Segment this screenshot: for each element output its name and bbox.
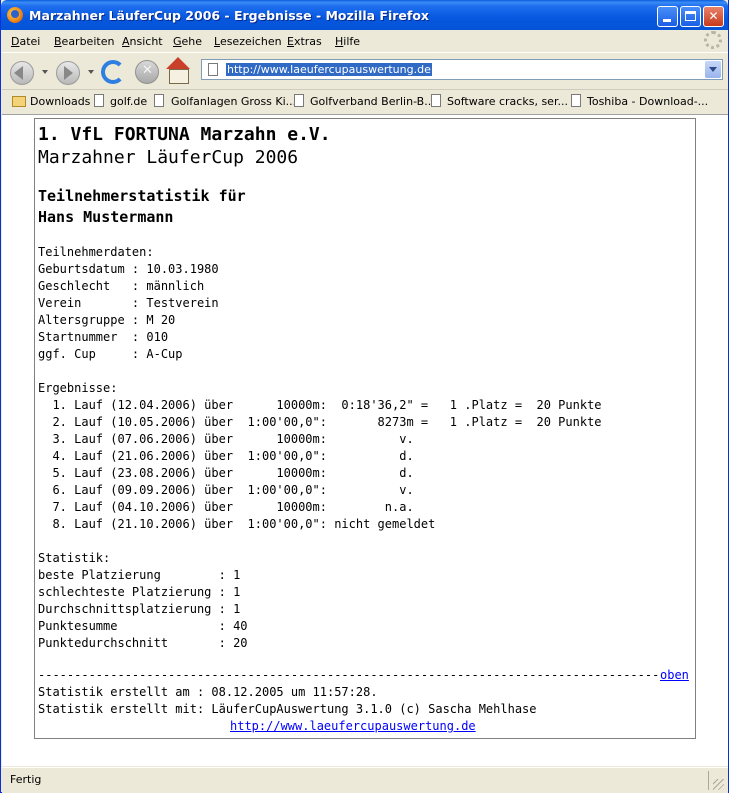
bookmarks-toolbar: Downloads golf.de Golfanlagen Gross Ki..… [2,89,728,114]
bookmark-page-icon [294,94,304,107]
bookmark-golfanlagen[interactable]: Golfanlagen Gross Ki... [171,95,296,108]
browser-window: Marzahner LäuferCup 2006 - Ergebnisse - … [0,0,729,793]
status-text: Fertig [10,773,42,786]
participant-line: Verein : Testverein [38,296,219,310]
bookmark-page-icon [154,94,164,107]
maximize-icon [685,11,696,21]
forward-button[interactable] [54,57,82,85]
footer-website-link[interactable]: http://www.laeufercupauswertung.de [230,719,476,733]
forward-history-dropdown-icon[interactable] [88,70,94,77]
menu-extras[interactable]: Extras [287,35,322,48]
stat-title: Teilnehmerstatistik für [38,187,246,205]
participant-header: Teilnehmerdaten: [38,245,154,259]
close-icon: ✕ [708,9,719,23]
top-link[interactable]: oben [660,668,689,682]
result-row: 7. Lauf (04.10.2006) über 10000m: n.a. [38,500,414,514]
participant-line: Startnummer : 010 [38,330,169,344]
menu-bar: Datei Bearbeiten Ansicht Gehe Lesezeiche… [2,30,728,52]
menu-ansicht[interactable]: Ansicht [122,35,163,48]
page-content: 1. VfL FORTUNA Marzahn e.V. Marzahner Lä… [2,114,728,766]
maximize-button[interactable] [680,6,701,27]
status-separator [708,771,709,790]
title-bar: Marzahner LäuferCup 2006 - Ergebnisse - … [1,0,728,30]
menu-bearbeiten[interactable]: Bearbeiten [54,35,114,48]
bookmark-golfverband[interactable]: Golfverband Berlin-B... [310,95,435,108]
bookmark-page-icon [431,94,441,107]
back-button[interactable] [8,57,36,85]
participant-line: Geburtsdatum : 10.03.1980 [38,262,219,276]
participant-line: Geschlecht : männlich [38,279,205,293]
footer-created-with: Statistik erstellt mit: LäuferCupAuswert… [38,702,537,716]
menu-datei[interactable]: Datei [11,35,40,48]
bookmark-toshiba[interactable]: Toshiba - Download-... [587,95,708,108]
stats-line: schlechteste Platzierung : 1 [38,585,241,599]
result-row: 5. Lauf (23.08.2006) über 10000m: d. [38,466,414,480]
page-icon [208,63,218,76]
participant-name: Hans Mustermann [38,208,174,226]
stats-line: beste Platzierung : 1 [38,568,241,582]
results-header: Ergebnisse: [38,381,118,395]
home-button[interactable] [166,57,194,85]
resize-grip-icon[interactable] [713,779,724,790]
folder-icon [12,96,26,107]
club-name: 1. VfL FORTUNA Marzahn e.V. [38,124,331,145]
stats-line: Punktedurchschnitt : 20 [38,636,248,650]
results-frame: 1. VfL FORTUNA Marzahn e.V. Marzahner Lä… [34,118,696,739]
stats-header: Statistik: [38,551,111,565]
stop-button[interactable] [133,57,161,85]
participant-line: ggf. Cup : A-Cup [38,347,183,361]
bookmark-page-icon [94,94,104,107]
event-name: Marzahner LäuferCup 2006 [38,147,299,168]
address-bar[interactable]: http://www.laeufercupauswertung.de [201,59,723,80]
close-button[interactable]: ✕ [703,6,724,27]
bookmark-downloads[interactable]: Downloads [30,95,90,108]
bookmark-software-cracks[interactable]: Software cracks, ser... [447,95,568,108]
menu-hilfe[interactable]: Hilfe [335,35,360,48]
url-text[interactable]: http://www.laeufercupauswertung.de [226,63,432,76]
result-row: 6. Lauf (09.09.2006) über 1:00'00,0": v. [38,483,414,497]
result-row: 1. Lauf (12.04.2006) über 10000m: 0:18'3… [38,398,602,412]
stats-line: Durchschnittsplatzierung : 1 [38,602,241,616]
minimize-button[interactable] [657,6,678,27]
minimize-icon [663,19,671,22]
result-row: 4. Lauf (21.06.2006) über 1:00'00,0": d. [38,449,414,463]
participant-line: Altersgruppe : M 20 [38,313,176,327]
footer-created-at: Statistik erstellt am : 08.12.2005 um 11… [38,685,378,699]
navigation-toolbar: http://www.laeufercupauswertung.de [2,52,728,89]
status-bar: Fertig [2,767,728,793]
bookmark-page-icon [571,94,581,107]
firefox-icon [7,7,23,23]
result-row: 8. Lauf (21.10.2006) über 1:00'00,0": ni… [38,517,436,531]
menu-gehe[interactable]: Gehe [173,35,202,48]
throbber-icon [704,31,722,49]
reload-button[interactable] [98,57,126,85]
result-row: 3. Lauf (07.06.2006) über 10000m: v. [38,432,414,446]
url-dropdown-icon[interactable] [705,61,721,78]
result-row: 2. Lauf (10.05.2006) über 1:00'00,0": 82… [38,415,602,429]
divider: ----------------------------------------… [38,668,660,682]
back-history-dropdown-icon[interactable] [42,70,48,77]
window-title: Marzahner LäuferCup 2006 - Ergebnisse - … [29,8,429,23]
menu-lesezeichen[interactable]: Lesezeichen [214,35,282,48]
stats-line: Punktesumme : 40 [38,619,248,633]
bookmark-golf-de[interactable]: golf.de [110,95,147,108]
